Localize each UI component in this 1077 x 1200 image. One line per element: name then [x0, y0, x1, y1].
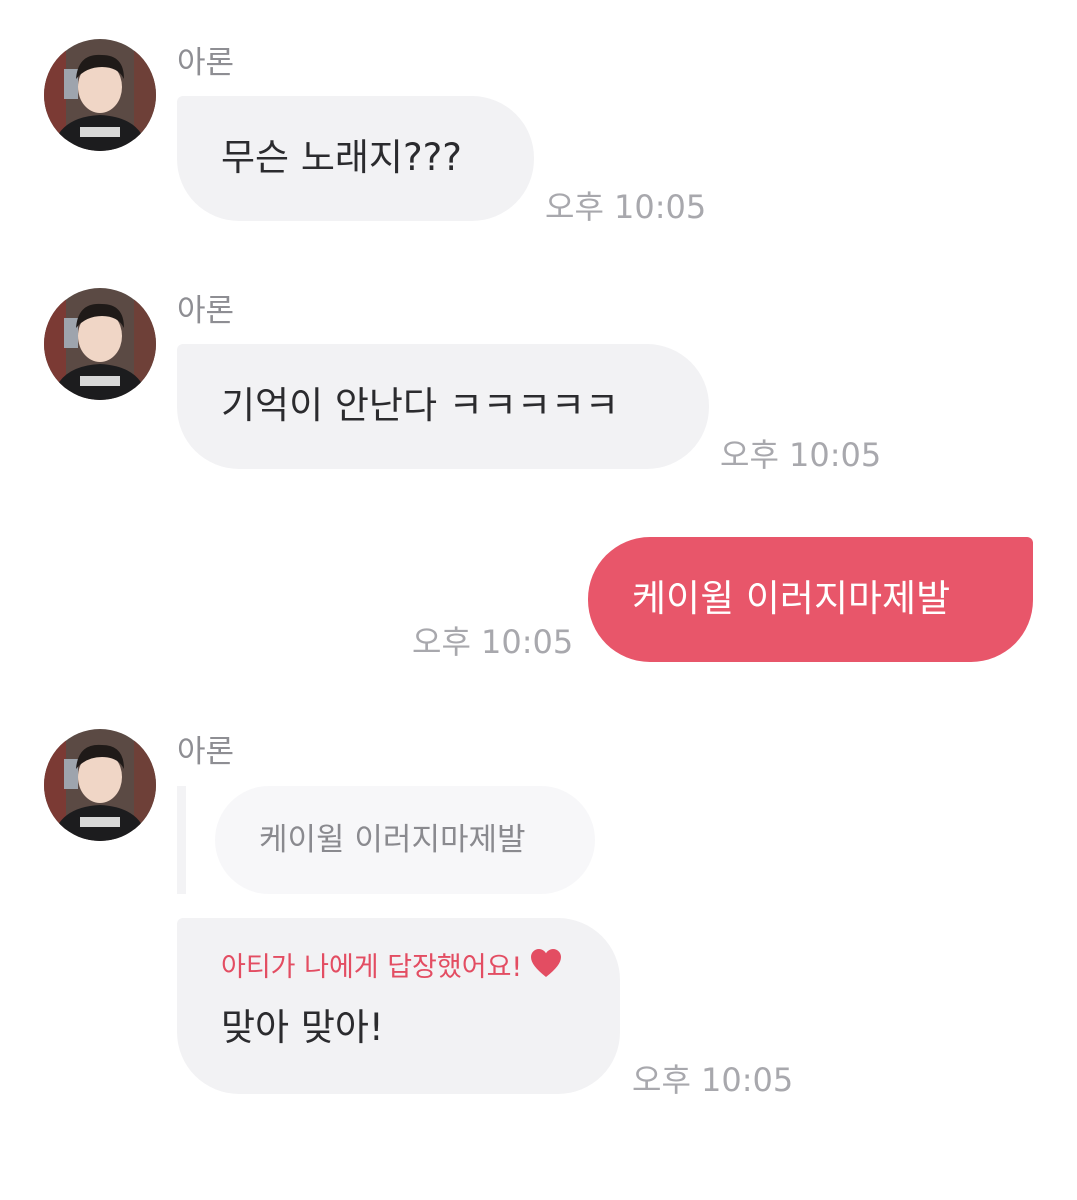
avatar[interactable]	[44, 729, 156, 841]
avatar[interactable]	[44, 288, 156, 400]
quote-bar	[177, 786, 186, 894]
quoted-message[interactable]: 케이윌 이러지마제발	[215, 786, 595, 894]
sender-name: 아론	[177, 293, 235, 329]
message-text: 무슨 노래지???	[221, 136, 462, 179]
sender-name: 아론	[177, 45, 235, 81]
message-text: 기억이 안난다 ㅋㅋㅋㅋㅋ	[221, 384, 619, 427]
message-bubble[interactable]: 무슨 노래지???	[177, 96, 534, 221]
message-bubble[interactable]: 기억이 안난다 ㅋㅋㅋㅋㅋ	[177, 344, 709, 469]
quoted-text: 케이윌 이러지마제발	[259, 822, 526, 858]
message-timestamp: 오후 10:05	[720, 436, 882, 474]
message-timestamp: 오후 10:05	[545, 188, 707, 226]
message-text: 케이윌 이러지마제발	[632, 577, 951, 620]
message-text: 맞아 맞아!	[221, 1006, 384, 1049]
avatar[interactable]	[44, 39, 156, 151]
sender-name: 아론	[177, 734, 235, 770]
sent-message-bubble[interactable]: 케이윌 이러지마제발	[588, 537, 1033, 662]
message-timestamp: 오후 10:05	[412, 623, 574, 661]
reply-message-bubble[interactable]: 아티가 나에게 답장했어요! 맞아 맞아!	[177, 918, 620, 1094]
message-timestamp: 오후 10:05	[632, 1061, 794, 1099]
heart-icon	[530, 948, 562, 988]
reply-note: 아티가 나에게 답장했어요!	[221, 948, 620, 988]
reply-note-text: 아티가 나에게 답장했어요!	[221, 952, 523, 983]
